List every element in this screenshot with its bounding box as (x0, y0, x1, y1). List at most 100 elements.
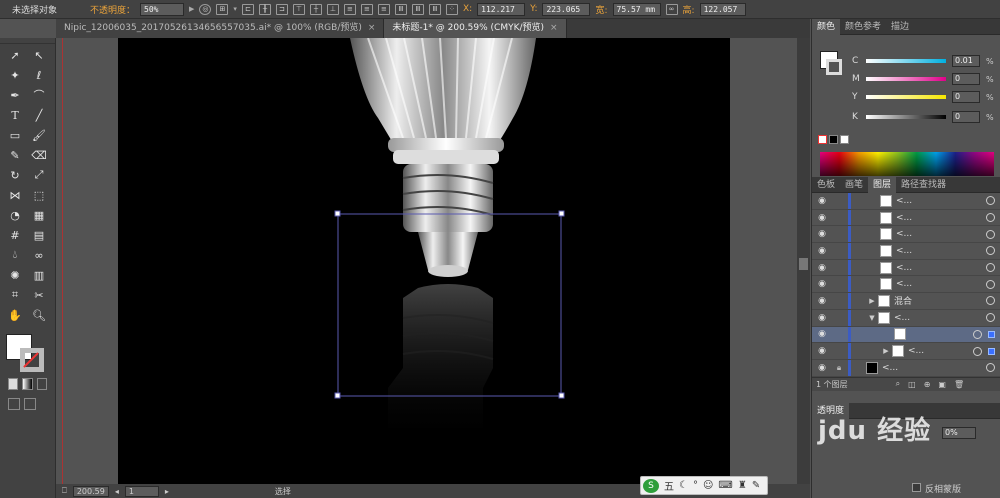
width-field[interactable]: 75.57 mm (612, 2, 661, 16)
y-field[interactable]: 223.065 (542, 2, 591, 16)
new-layer-icon[interactable]: ▣ (938, 380, 946, 389)
cmyk-slider-c[interactable]: C 0.01 % (852, 55, 998, 67)
target-icon[interactable] (986, 246, 995, 256)
layer-row[interactable]: ◉ <... (812, 243, 1000, 260)
layer-name[interactable]: <... (896, 213, 986, 223)
layer-row[interactable]: ◉ <... (812, 193, 1000, 210)
curvature-tool-icon[interactable]: ⌒ (28, 86, 50, 104)
eye-icon[interactable]: ◉ (812, 196, 832, 206)
distribute-right-icon[interactable]: Ⅲ (428, 3, 441, 15)
tab-swatches[interactable]: 色板 (812, 177, 840, 193)
symbol-sprayer-tool-icon[interactable]: ✺ (4, 266, 26, 284)
eye-icon[interactable]: ◉ (812, 229, 832, 239)
page-next-icon[interactable]: ▸ (165, 487, 169, 496)
mesh-tool-icon[interactable]: # (4, 226, 26, 244)
tab-brushes[interactable]: 画笔 (840, 177, 868, 193)
align-right-icon[interactable]: ⊐ (275, 3, 288, 15)
layer-row-blend[interactable]: ◉ ▶ 混合 (812, 293, 1000, 310)
gradient-tool-icon[interactable]: ▤ (28, 226, 50, 244)
recolor-icon[interactable]: ◎ (199, 3, 212, 15)
layer-row[interactable]: ◉ <... (812, 259, 1000, 277)
page-prev-icon[interactable]: ◂ (115, 487, 119, 496)
layer-row[interactable]: ◉ ▶ <... (812, 343, 1000, 360)
tab-pathfinder[interactable]: 路径查找器 (896, 177, 951, 193)
zoom-field[interactable]: 200.59 (72, 485, 109, 497)
eraser-tool-icon[interactable]: ⌫ (28, 146, 50, 164)
channel-value[interactable]: 0 (952, 91, 980, 103)
opacity-field[interactable]: 50% (140, 2, 185, 16)
locate-icon[interactable]: ⌕ (896, 379, 900, 389)
layer-name[interactable]: 混合 (894, 294, 986, 307)
target-icon[interactable] (986, 213, 995, 223)
ime-logo-icon[interactable]: S (643, 478, 659, 493)
vertical-scrollbar[interactable] (797, 38, 810, 484)
canvas-area[interactable] (56, 38, 810, 484)
eye-icon[interactable]: ◉ (812, 213, 832, 223)
distribute-top-icon[interactable]: ≡ (343, 3, 356, 15)
eye-icon[interactable]: ◉ (812, 246, 832, 256)
artboard-tool-icon[interactable]: ⌗ (4, 286, 26, 304)
channel-bar[interactable] (866, 115, 946, 119)
channel-value[interactable]: 0 (952, 73, 980, 85)
tab-stroke[interactable]: 描边 (886, 19, 914, 35)
layer-name[interactable]: <... (896, 263, 986, 273)
target-icon[interactable] (973, 346, 982, 356)
layer-name[interactable]: <... (896, 279, 986, 289)
collapse-icon[interactable]: ▼ (866, 314, 878, 322)
tab-document-2[interactable]: 未标题-1* @ 200.59% (CMYK/预览) × (384, 19, 567, 38)
reference-point-icon[interactable]: ⁘ (445, 3, 458, 15)
target-icon[interactable] (986, 313, 995, 323)
channel-value[interactable]: 0.01 (952, 55, 980, 67)
distribute-bottom-icon[interactable]: ≡ (377, 3, 390, 15)
expand-icon[interactable]: ▶ (866, 297, 878, 305)
dropdown-arrow-icon[interactable]: ▶ (189, 5, 194, 13)
page-field[interactable]: 1 (124, 485, 159, 497)
transform-icon[interactable]: ⊞ (216, 3, 229, 15)
color-stroke-swatch[interactable] (826, 59, 842, 75)
eye-icon[interactable]: ◉ (812, 313, 832, 323)
eye-icon[interactable]: ◉ (812, 296, 832, 306)
ime-mode[interactable]: 五 (664, 478, 674, 493)
rotate-tool-icon[interactable]: ↻ (4, 166, 26, 184)
tab-layers[interactable]: 图层 (868, 177, 897, 193)
height-field[interactable]: 122.057 (699, 2, 746, 16)
screen-mode-icon[interactable] (24, 398, 36, 410)
align-left-icon[interactable]: ⊏ (241, 3, 254, 15)
blend-tool-icon[interactable]: ∞ (28, 246, 50, 264)
line-tool-icon[interactable]: ╱ (28, 106, 50, 124)
eye-icon[interactable]: ◉ (812, 263, 832, 273)
target-icon[interactable] (986, 296, 995, 306)
channel-bar[interactable] (866, 59, 946, 63)
layer-name[interactable]: <... (882, 363, 986, 373)
pen-tool-icon[interactable]: ✒ (4, 86, 26, 104)
eye-icon[interactable]: ◉ (812, 346, 832, 356)
artboard[interactable] (118, 38, 730, 484)
selection-tool-icon[interactable]: ➚ (4, 46, 26, 64)
target-icon[interactable] (986, 196, 995, 206)
clip-mask-icon[interactable]: ◫ (908, 380, 916, 389)
expand-icon[interactable]: ▶ (880, 347, 892, 355)
lasso-tool-icon[interactable]: ℓ (28, 66, 50, 84)
channel-bar[interactable] (866, 95, 946, 99)
layer-row-selected[interactable]: ◉ (812, 326, 1000, 344)
color-spectrum[interactable] (820, 152, 994, 176)
gradient-mode-icon[interactable] (22, 378, 33, 390)
draw-mode-icon[interactable] (8, 398, 20, 410)
channel-value[interactable]: 0 (952, 111, 980, 123)
width-tool-icon[interactable]: ⋈ (4, 186, 26, 204)
none-mode-icon[interactable] (36, 378, 47, 390)
target-icon[interactable] (986, 263, 995, 273)
shirt-icon[interactable]: ♜ (738, 480, 747, 491)
status-mode[interactable]: 选择 (275, 486, 291, 497)
hand-tool-icon[interactable]: ✋ (4, 306, 26, 324)
eye-icon[interactable]: ◉ (812, 329, 832, 339)
dropdown-arrow-icon[interactable]: ▾ (233, 5, 237, 13)
close-icon[interactable]: × (550, 23, 558, 33)
dot-icon[interactable]: ° (693, 480, 698, 491)
selection-indicator[interactable] (988, 330, 995, 338)
distribute-middle-icon[interactable]: ≡ (360, 3, 373, 15)
tab-document-1[interactable]: Nipic_12006035_20170526134656557035.ai* … (56, 19, 385, 38)
new-sublayer-icon[interactable]: ⊕ (924, 380, 931, 389)
layer-row[interactable]: ◉ <... (812, 226, 1000, 244)
align-bottom-icon[interactable]: ⊥ (326, 3, 339, 15)
